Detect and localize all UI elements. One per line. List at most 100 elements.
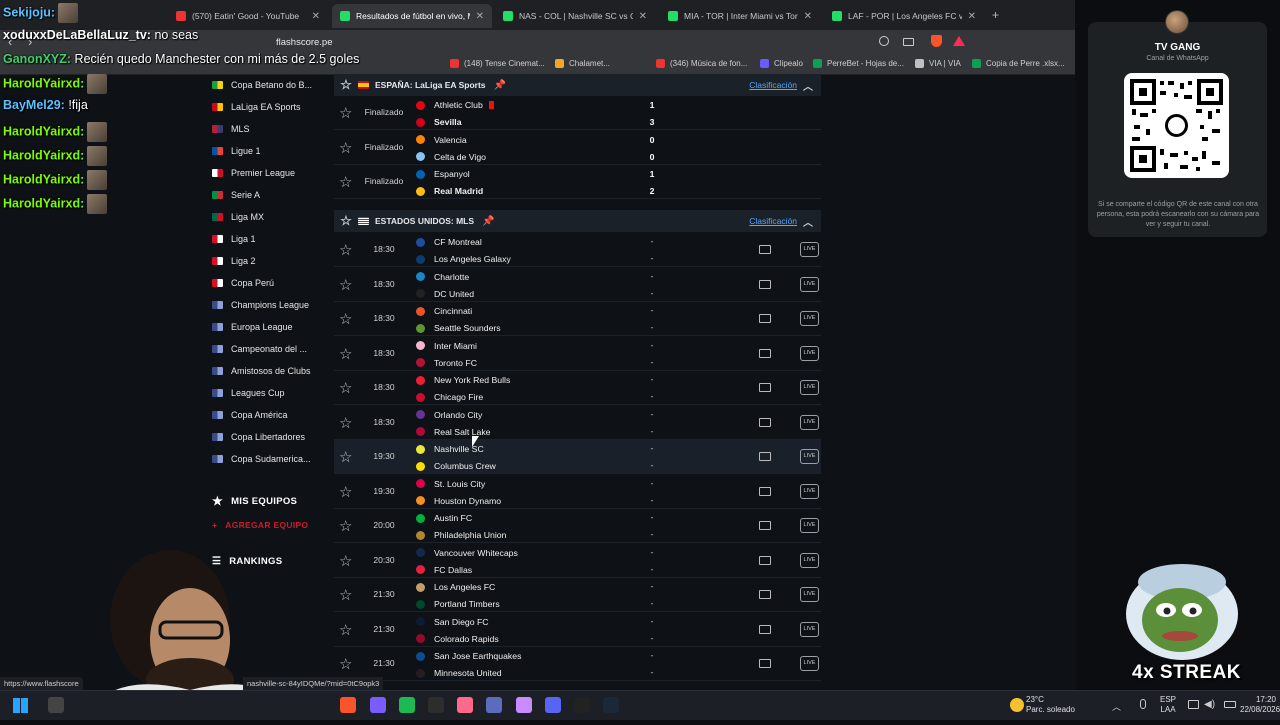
league-title[interactable]: ESPAÑA: LaLiga EA Sports [375,80,486,90]
match-row[interactable]: ☆ 18:30 Inter Miami - Toronto FC - LIVE [334,336,821,371]
microphone-icon[interactable] [1140,699,1146,709]
sidebar-item[interactable]: Premier League [212,164,295,182]
sidebar-item[interactable]: Copa América [212,406,288,424]
star-icon[interactable]: ☆ [339,276,352,294]
brave-rewards-icon[interactable] [953,36,965,46]
star-icon[interactable]: ☆ [339,621,352,639]
photos-icon[interactable] [457,697,473,713]
sidebar-item[interactable]: Copa Betano do B... [212,76,312,94]
match-row[interactable]: ☆ 19:30 Nashville SC - Columbus Crew - LIVE [334,440,821,474]
gear-icon[interactable] [516,697,532,713]
tv-icon[interactable] [759,245,771,254]
sidebar-item[interactable]: LaLiga EA Sports [212,98,301,116]
weather-widget[interactable]: 23°C Parc. soleado [1026,695,1075,715]
clock[interactable]: 17:20 22/08/2026 [1240,695,1280,715]
live-button[interactable]: LIVE [800,276,819,292]
url-field[interactable]: flashscore.pe [276,37,333,48]
chevron-up-icon[interactable]: ︿ [1112,700,1121,713]
match-row[interactable]: ☆ 21:30 San Diego FC - Colorado Rapids - LIVE [334,612,821,647]
install-icon[interactable] [903,38,914,46]
star-icon[interactable]: ☆ [339,345,352,363]
apps-icon[interactable] [370,697,386,713]
bookmark-item[interactable]: (148) Tense Cinemat... [450,59,545,68]
zoom-icon[interactable] [879,36,889,46]
match-row[interactable]: ☆ 18:30 CF Montreal - Los Angeles Galaxy - LIV… [334,233,821,267]
live-button[interactable]: LIVE [800,345,819,361]
bookmark-item[interactable]: VIA | VIA [915,59,961,68]
sidebar-item[interactable]: Leagues Cup [212,384,285,402]
close-icon[interactable]: ✕ [470,11,484,22]
close-icon[interactable]: ✕ [798,11,812,22]
windows-start-icon[interactable] [13,698,28,713]
live-button[interactable]: LIVE [800,380,819,395]
match-row[interactable]: ☆ 18:30 Charlotte - DC United - LIVE [334,267,821,302]
tv-icon[interactable] [759,659,771,668]
live-button[interactable]: LIVE [800,483,819,499]
sidebar-item[interactable]: Liga MX [212,208,264,226]
pin-icon[interactable]: 📌 [494,80,506,91]
star-icon[interactable]: ☆ [339,173,352,191]
tv-icon[interactable] [759,452,771,461]
weather-icon[interactable] [1010,698,1024,712]
tv-icon[interactable] [759,624,771,634]
brave-shield-icon[interactable] [931,35,942,47]
star-icon[interactable]: ☆ [339,104,352,122]
star-icon[interactable]: ☆ [339,310,352,328]
bookmark-item[interactable]: PerreBet - Hojas de... [813,59,904,68]
live-button[interactable]: LIVE [800,311,819,326]
sidebar-item[interactable]: Copa Libertadores [212,428,305,446]
star-icon[interactable]: ☆ [334,213,358,229]
match-row[interactable]: ☆ Finalizado Valencia 0 Celta de Vigo 0 [334,130,821,165]
live-button[interactable]: LIVE [800,518,819,533]
terminal-icon[interactable] [574,697,590,713]
close-icon[interactable]: ✕ [962,11,976,22]
live-button[interactable]: LIVE [800,621,819,637]
live-button[interactable]: LIVE [800,587,819,602]
tv-icon[interactable] [759,383,771,392]
match-row[interactable]: ☆ Finalizado Espanyol 1 Real Madrid 2 [334,165,821,199]
star-icon[interactable]: ☆ [339,517,352,535]
chevron-up-icon[interactable]: ︿ [803,78,813,93]
chevron-up-icon[interactable]: ︿ [803,214,813,229]
bookmark-item[interactable]: Chalamet... [555,59,610,68]
star-icon[interactable]: ☆ [339,552,352,570]
sidebar-item[interactable]: Copa Sudamerica... [212,450,311,468]
match-row[interactable]: ☆ 20:30 Vancouver Whitecaps - FC Dallas - LIVE [334,543,821,578]
pin-icon[interactable]: 📌 [482,216,494,227]
tv-icon[interactable] [759,486,771,496]
match-row[interactable]: ☆ 19:30 St. Louis City - Houston Dynamo - LIVE [334,474,821,509]
bookmark-item[interactable]: Clipealo [760,59,803,68]
tv-icon[interactable] [759,555,771,565]
tab-0[interactable]: (570) Eatin' Good - YouTube ✕ [168,4,328,28]
tab-1[interactable]: Resultados de fútbol en vivo, Ma ✕ [332,4,492,28]
tv-icon[interactable] [759,314,771,323]
brave-icon[interactable] [340,697,356,713]
tv-icon[interactable] [759,348,771,358]
star-icon[interactable]: ☆ [339,586,352,604]
bookmark-item[interactable]: (346) Música de fon... [656,59,747,68]
sidebar-item[interactable]: Europa League [212,318,293,336]
sidebar-item[interactable]: Champions League [212,296,309,314]
sidebar-item[interactable]: Liga 2 [212,252,256,270]
tab-2[interactable]: NAS - COL | Nashville SC vs Columb✕ [495,4,655,28]
star-icon[interactable]: ☆ [339,483,352,501]
sidebar-item[interactable]: Serie A [212,186,260,204]
star-icon[interactable]: ☆ [339,379,352,397]
standings-link[interactable]: Clasificación [749,216,797,226]
league-title[interactable]: ESTADOS UNIDOS: MLS [375,216,474,226]
sidebar-item[interactable]: Ligue 1 [212,142,261,160]
sidebar-item[interactable]: Copa Perú [212,274,274,292]
star-icon[interactable]: ☆ [339,655,352,673]
live-button[interactable]: LIVE [800,242,819,257]
sidebar-item[interactable]: Amistosos de Clubs [212,362,311,380]
sidebar-item[interactable]: MLS [212,120,250,138]
match-row[interactable]: ☆ 20:00 Austin FC - Philadelphia Union - LIVE [334,509,821,543]
star-icon[interactable]: ☆ [339,139,352,157]
sidebar-item[interactable]: Liga 1 [212,230,256,248]
volume-icon[interactable]: ◀) [1204,699,1215,710]
star-icon[interactable]: ☆ [339,241,352,259]
notes-icon[interactable] [486,697,502,713]
live-button[interactable]: LIVE [800,414,819,430]
search-icon[interactable] [48,697,64,713]
discord-icon[interactable] [545,697,561,713]
